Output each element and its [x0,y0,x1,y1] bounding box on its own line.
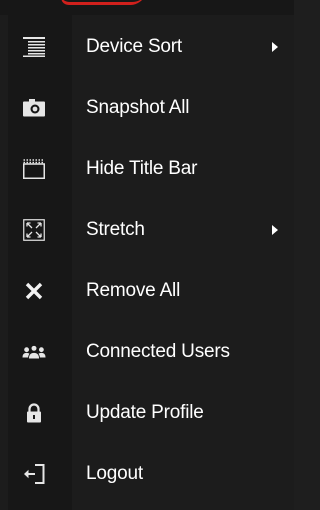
list-lines-icon [22,35,46,59]
close-x-icon [22,279,46,303]
menu-item-label: Update Profile [86,401,204,423]
menu-item-remove-all[interactable]: Remove All [0,260,294,321]
padlock-icon [22,401,46,425]
context-menu: Device Sort Snapshot All Hide Title Bar [0,15,294,510]
menu-item-stretch[interactable]: Stretch [0,199,294,260]
menu-item-hide-title-bar[interactable]: Hide Title Bar [0,138,294,199]
menu-item-label: Hide Title Bar [86,157,198,179]
menu-item-logout[interactable]: Logout [0,443,294,504]
window-title-bar-icon [22,157,46,181]
menu-item-connected-users[interactable]: Connected Users [0,321,294,382]
users-group-icon [22,340,46,364]
menu-item-snapshot-all[interactable]: Snapshot All [0,77,294,138]
logout-arrow-icon [22,462,46,486]
stretch-arrows-icon [22,218,46,242]
menu-item-label: Logout [86,462,143,484]
menu-top-edge [0,0,294,15]
submenu-arrow-icon [272,41,278,52]
underlying-red-text-fragment [57,0,147,5]
menu-item-label: Connected Users [86,340,230,362]
menu-item-label: Remove All [86,279,181,301]
menu-item-label: Snapshot All [86,96,190,118]
menu-item-update-profile[interactable]: Update Profile [0,382,294,443]
camera-icon [22,96,46,120]
menu-item-label: Stretch [86,218,145,240]
submenu-arrow-icon [272,224,278,235]
menu-item-device-sort[interactable]: Device Sort [0,16,294,77]
menu-item-label: Device Sort [86,35,183,57]
